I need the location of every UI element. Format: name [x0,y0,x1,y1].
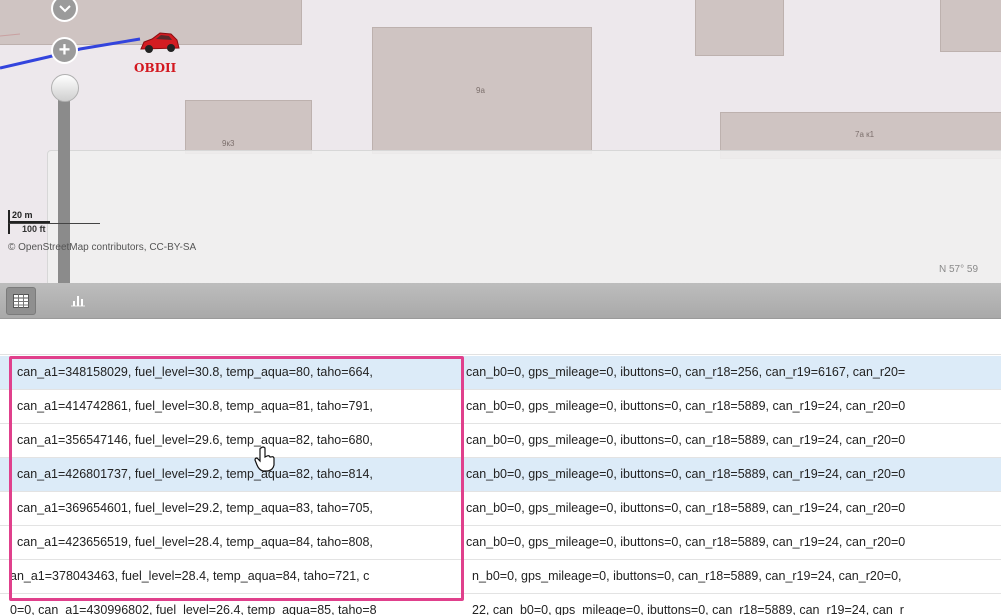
building-label: 9к3 [222,139,235,148]
zoom-slider-handle[interactable] [51,74,79,102]
table-row[interactable]: can_a1=423656519, fuel_level=28.4, temp_… [0,526,1001,560]
row-text-right: n_b0=0, gps_mileage=0, ibuttons=0, can_r… [472,569,902,583]
row-text-right: can_b0=0, gps_mileage=0, ibuttons=0, can… [466,535,906,549]
table-row[interactable]: an_a1=378043463, fuel_level=28.4, temp_a… [0,560,1001,594]
hand-pointer-icon [254,446,275,472]
scale-imperial: 100 ft [8,223,100,234]
table-view-button[interactable] [6,287,36,315]
map-attribution: © OpenStreetMap contributors, CC-BY-SA [8,242,197,253]
row-text-left: can_a1=356547146, fuel_level=29.6, temp_… [17,433,373,447]
row-text-left: can_a1=348158029, fuel_level=30.8, temp_… [17,365,373,379]
table-row[interactable]: can_a1=348158029, fuel_level=30.8, temp_… [0,356,1001,390]
table-row[interactable]: can_a1=356547146, fuel_level=29.6, temp_… [0,424,1001,458]
chart-view-button[interactable] [64,287,92,313]
table-row[interactable]: 0=0, can_a1=430996802, fuel_level=26.4, … [0,594,1001,615]
row-text-right: 22, can_b0=0, gps_mileage=0, ibuttons=0,… [472,603,904,615]
building-label: 9a [476,86,485,95]
bar-chart-icon [71,296,85,307]
building-label: 7а к1 [855,130,875,139]
map-building [185,100,312,154]
row-text-left: can_a1=369654601, fuel_level=29.2, temp_… [17,501,373,515]
map-coordinates: N 57° 59 [939,264,979,275]
row-text-right: can_b0=0, gps_mileage=0, ibuttons=0, can… [466,365,906,379]
row-text-left: can_a1=414742861, fuel_level=30.8, temp_… [17,399,373,413]
object-label: OBDII [134,61,177,75]
car-marker-icon[interactable] [138,30,182,56]
row-text-left: can_a1=426801737, fuel_level=29.2, temp_… [17,467,373,481]
map-building [940,0,1001,52]
row-text-right: can_b0=0, gps_mileage=0, ibuttons=0, can… [466,399,906,413]
zoom-slider[interactable] [58,86,70,283]
row-text-right: can_b0=0, gps_mileage=0, ibuttons=0, can… [466,433,906,447]
table-grid-icon [13,294,29,308]
messages-grid[interactable]: can_a1=348158029, fuel_level=30.8, temp_… [0,356,1001,615]
zoom-in-button[interactable]: + [51,37,78,64]
grid-header [0,319,1001,355]
table-row[interactable]: can_a1=426801737, fuel_level=29.2, temp_… [0,458,1001,492]
map-info-panel [47,150,1001,283]
row-text-left: 0=0, can_a1=430996802, fuel_level=26.4, … [10,603,377,615]
table-row[interactable]: can_a1=414742861, fuel_level=30.8, temp_… [0,390,1001,424]
chevron-down-icon [58,5,71,13]
map-view[interactable]: 9a 9к3 7а к1 OBDII + 20 m 100 ft © OpenS… [0,0,1001,283]
row-text-left: an_a1=378043463, fuel_level=28.4, temp_a… [10,569,370,583]
table-row[interactable]: can_a1=369654601, fuel_level=29.2, temp_… [0,492,1001,526]
map-building [695,0,784,56]
row-text-right: can_b0=0, gps_mileage=0, ibuttons=0, can… [466,467,906,481]
scale-metric: 20 m [8,210,50,223]
row-text-left: can_a1=423656519, fuel_level=28.4, temp_… [17,535,373,549]
view-toolbar [0,283,1001,319]
row-text-right: can_b0=0, gps_mileage=0, ibuttons=0, can… [466,501,906,515]
